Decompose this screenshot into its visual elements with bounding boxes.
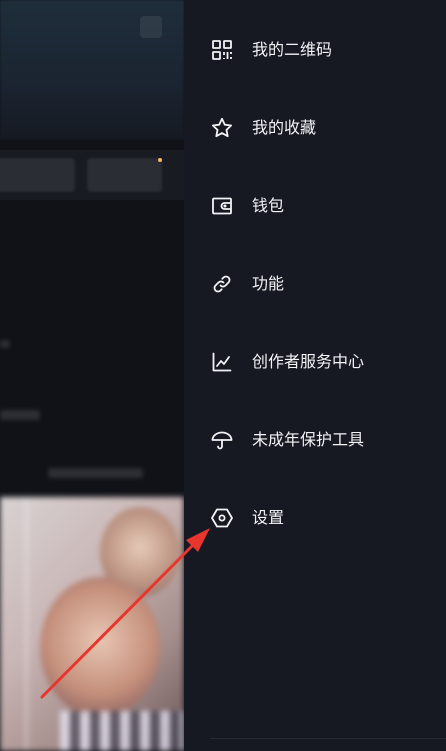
- menu-item-features[interactable]: 功能: [184, 264, 446, 304]
- menu-item-label: 我的二维码: [252, 40, 333, 59]
- umbrella-icon: [210, 428, 234, 452]
- menu-item-my-favorites[interactable]: 我的收藏: [184, 108, 446, 148]
- menu-item-minor-protection[interactable]: 未成年保护工具: [184, 420, 446, 460]
- blurred-icon: [140, 16, 162, 38]
- menu-item-label: 功能: [252, 274, 285, 293]
- blurred-button: [87, 158, 162, 192]
- photo-divider: [25, 497, 28, 751]
- menu-item-label: 设置: [252, 508, 285, 527]
- blurred-buttons-row: [0, 150, 184, 200]
- blurred-photo: [60, 711, 184, 751]
- blurred-text: [48, 468, 143, 478]
- menu-item-settings[interactable]: 设置: [184, 498, 446, 538]
- qrcode-icon: [210, 38, 234, 62]
- blurred-photo: [40, 577, 160, 717]
- blurred-button: [0, 158, 75, 192]
- blurred-text: [0, 410, 40, 420]
- star-icon: [210, 116, 234, 140]
- wallet-icon: [210, 194, 234, 218]
- divider: [210, 738, 446, 739]
- menu-item-label: 我的收藏: [252, 118, 317, 137]
- blurred-background-content: [0, 0, 184, 751]
- menu-item-label: 未成年保护工具: [252, 430, 365, 449]
- menu-item-label: 钱包: [252, 196, 285, 215]
- trend-chart-icon: [210, 350, 234, 374]
- side-drawer: 我的二维码 我的收藏 钱包 功能 创作者服务中心 未成年保护工具 设置: [184, 0, 446, 751]
- menu-item-creator-center[interactable]: 创作者服务中心: [184, 342, 446, 382]
- screen: 我的二维码 我的收藏 钱包 功能 创作者服务中心 未成年保护工具 设置: [0, 0, 446, 751]
- notification-dot: [158, 158, 162, 162]
- settings-hexagon-icon: [210, 506, 234, 530]
- blurred-text: [0, 340, 10, 348]
- menu-item-my-qrcode[interactable]: 我的二维码: [184, 30, 446, 70]
- menu-item-label: 创作者服务中心: [252, 352, 365, 371]
- blurred-photo-grid: [0, 497, 184, 751]
- link-icon: [210, 272, 234, 296]
- menu-item-wallet[interactable]: 钱包: [184, 186, 446, 226]
